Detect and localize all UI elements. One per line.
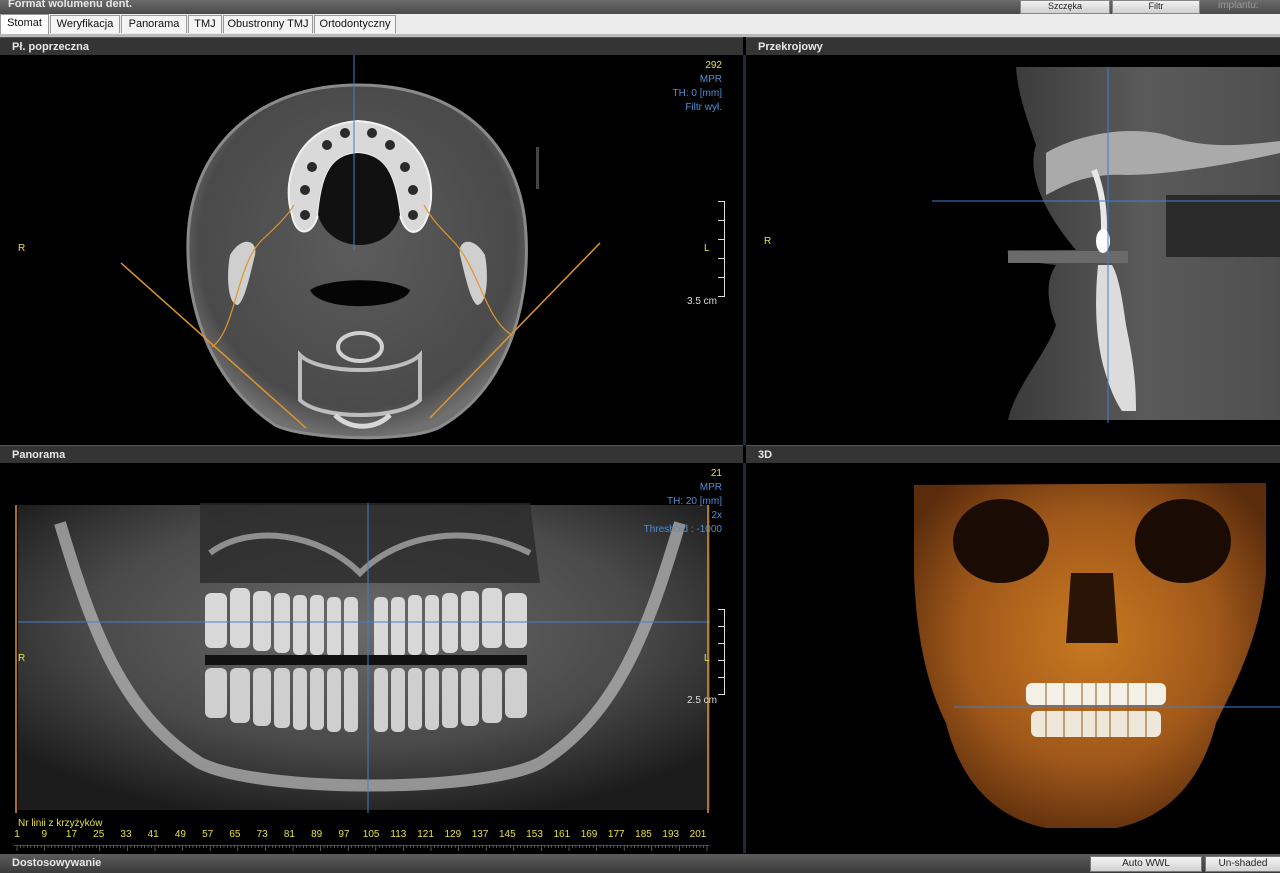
- ruler-number: 137: [471, 829, 489, 840]
- tab-panorama[interactable]: Panorama: [121, 15, 187, 33]
- tab-obustronny-tmj[interactable]: Obustronny TMJ: [223, 15, 313, 33]
- panorama-mode: MPR: [699, 482, 722, 493]
- ruler-ticks: [14, 845, 710, 851]
- render3d-view[interactable]: [746, 463, 1280, 853]
- ruler-number: 1: [14, 829, 20, 840]
- panorama-zoom: 2x: [711, 510, 722, 521]
- auto-wwl-button[interactable]: Auto WWL: [1090, 856, 1202, 872]
- panorama-scale-label: 2.5 cm: [687, 695, 718, 706]
- ruler-number: 97: [338, 829, 350, 840]
- title-bar: Format wolumenu dent. Szczęka Filtr impl…: [0, 0, 1280, 14]
- panorama-scale-bar: [716, 609, 725, 695]
- window-title: Format wolumenu dent.: [8, 0, 133, 10]
- cross-section-view[interactable]: R: [746, 55, 1280, 445]
- axial-thickness: TH: 0 [mm]: [672, 88, 722, 99]
- tab-tmj[interactable]: TMJ: [188, 15, 222, 33]
- axial-view[interactable]: 292 MPR TH: 0 [mm] Filtr wył. R L 3.5 cm: [0, 55, 743, 445]
- jaw-button[interactable]: Szczęka: [1020, 0, 1110, 14]
- ruler-number: 89: [311, 829, 323, 840]
- tab-ortodontyczny[interactable]: Ortodontyczny: [314, 15, 396, 33]
- ruler-number: 105: [362, 829, 380, 840]
- skull-3d-render: [914, 483, 1280, 828]
- ruler-number: 121: [417, 829, 434, 840]
- panorama-slice-number: 21: [710, 468, 722, 479]
- axial-scale-bar: [716, 201, 725, 297]
- panorama-header: Panorama: [0, 445, 743, 463]
- cross-right-marker: R: [764, 236, 772, 247]
- ruler-number: 33: [120, 829, 132, 840]
- axial-slice-number: 292: [705, 60, 722, 71]
- panorama-threshold: Threshold : -1000: [643, 524, 722, 535]
- axial-header: Pł. poprzeczna: [0, 37, 743, 55]
- ruler-number: 153: [526, 829, 543, 840]
- axial-left-marker: L: [704, 243, 710, 254]
- tab-bar: Stomat Weryfikacja Panorama TMJ Obustron…: [0, 14, 1280, 35]
- unshaded-button[interactable]: Un-shaded: [1205, 856, 1280, 872]
- ruler-number: 73: [256, 829, 268, 840]
- ruler-number: 113: [390, 829, 407, 840]
- ruler-number: 41: [147, 829, 159, 840]
- ruler-number: 193: [662, 829, 680, 840]
- panorama-left-marker: L: [704, 653, 710, 664]
- axial-right-marker: R: [18, 243, 26, 254]
- panorama-view[interactable]: 21 MPR TH: 20 [mm] 2x Threshold : -1000 …: [0, 463, 743, 853]
- ruler-number: 145: [498, 829, 516, 840]
- crosshair-line-label: Nr linii z krzyżyków: [18, 818, 103, 829]
- adjust-label: Dostosowywanie: [12, 857, 102, 869]
- ruler-number: 9: [41, 829, 48, 840]
- cross-section-ct-image: [932, 67, 1280, 423]
- ruler-number: 129: [444, 829, 462, 840]
- panorama-right-marker: R: [18, 653, 26, 664]
- implant-label: implantu:: [1218, 0, 1259, 11]
- filter-button[interactable]: Filtr: [1112, 0, 1200, 14]
- ruler-number: 161: [553, 829, 571, 840]
- axial-filter: Filtr wył.: [685, 102, 722, 113]
- ruler-number: 17: [65, 829, 78, 840]
- axial-scale-label: 3.5 cm: [687, 296, 718, 307]
- ruler-number: 201: [689, 829, 707, 840]
- cross-header: Przekrojowy: [746, 37, 1280, 55]
- tab-weryfikacja[interactable]: Weryfikacja: [50, 15, 120, 33]
- ruler-number: 25: [93, 829, 105, 840]
- bottom-bar: Dostosowywanie Auto WWL Un-shaded: [0, 854, 1280, 873]
- ruler-number: 81: [283, 829, 295, 840]
- render3d-header: 3D: [746, 445, 1280, 463]
- ruler-number: 177: [607, 829, 625, 840]
- crosshair-line-ruler: 1 9 17 25 33 41 49 57 65 73 81 89 97 105 113 121 129 137 1…: [0, 829, 743, 843]
- panorama-thickness: TH: 20 [mm]: [666, 496, 722, 507]
- axial-mode: MPR: [699, 74, 722, 85]
- ruler-number: 65: [229, 829, 241, 840]
- ruler-number: 169: [580, 829, 598, 840]
- ruler-number: 185: [635, 829, 652, 840]
- ruler-number: 57: [202, 829, 214, 840]
- ruler-number: 49: [174, 829, 186, 840]
- tab-stomat[interactable]: Stomat: [0, 14, 49, 34]
